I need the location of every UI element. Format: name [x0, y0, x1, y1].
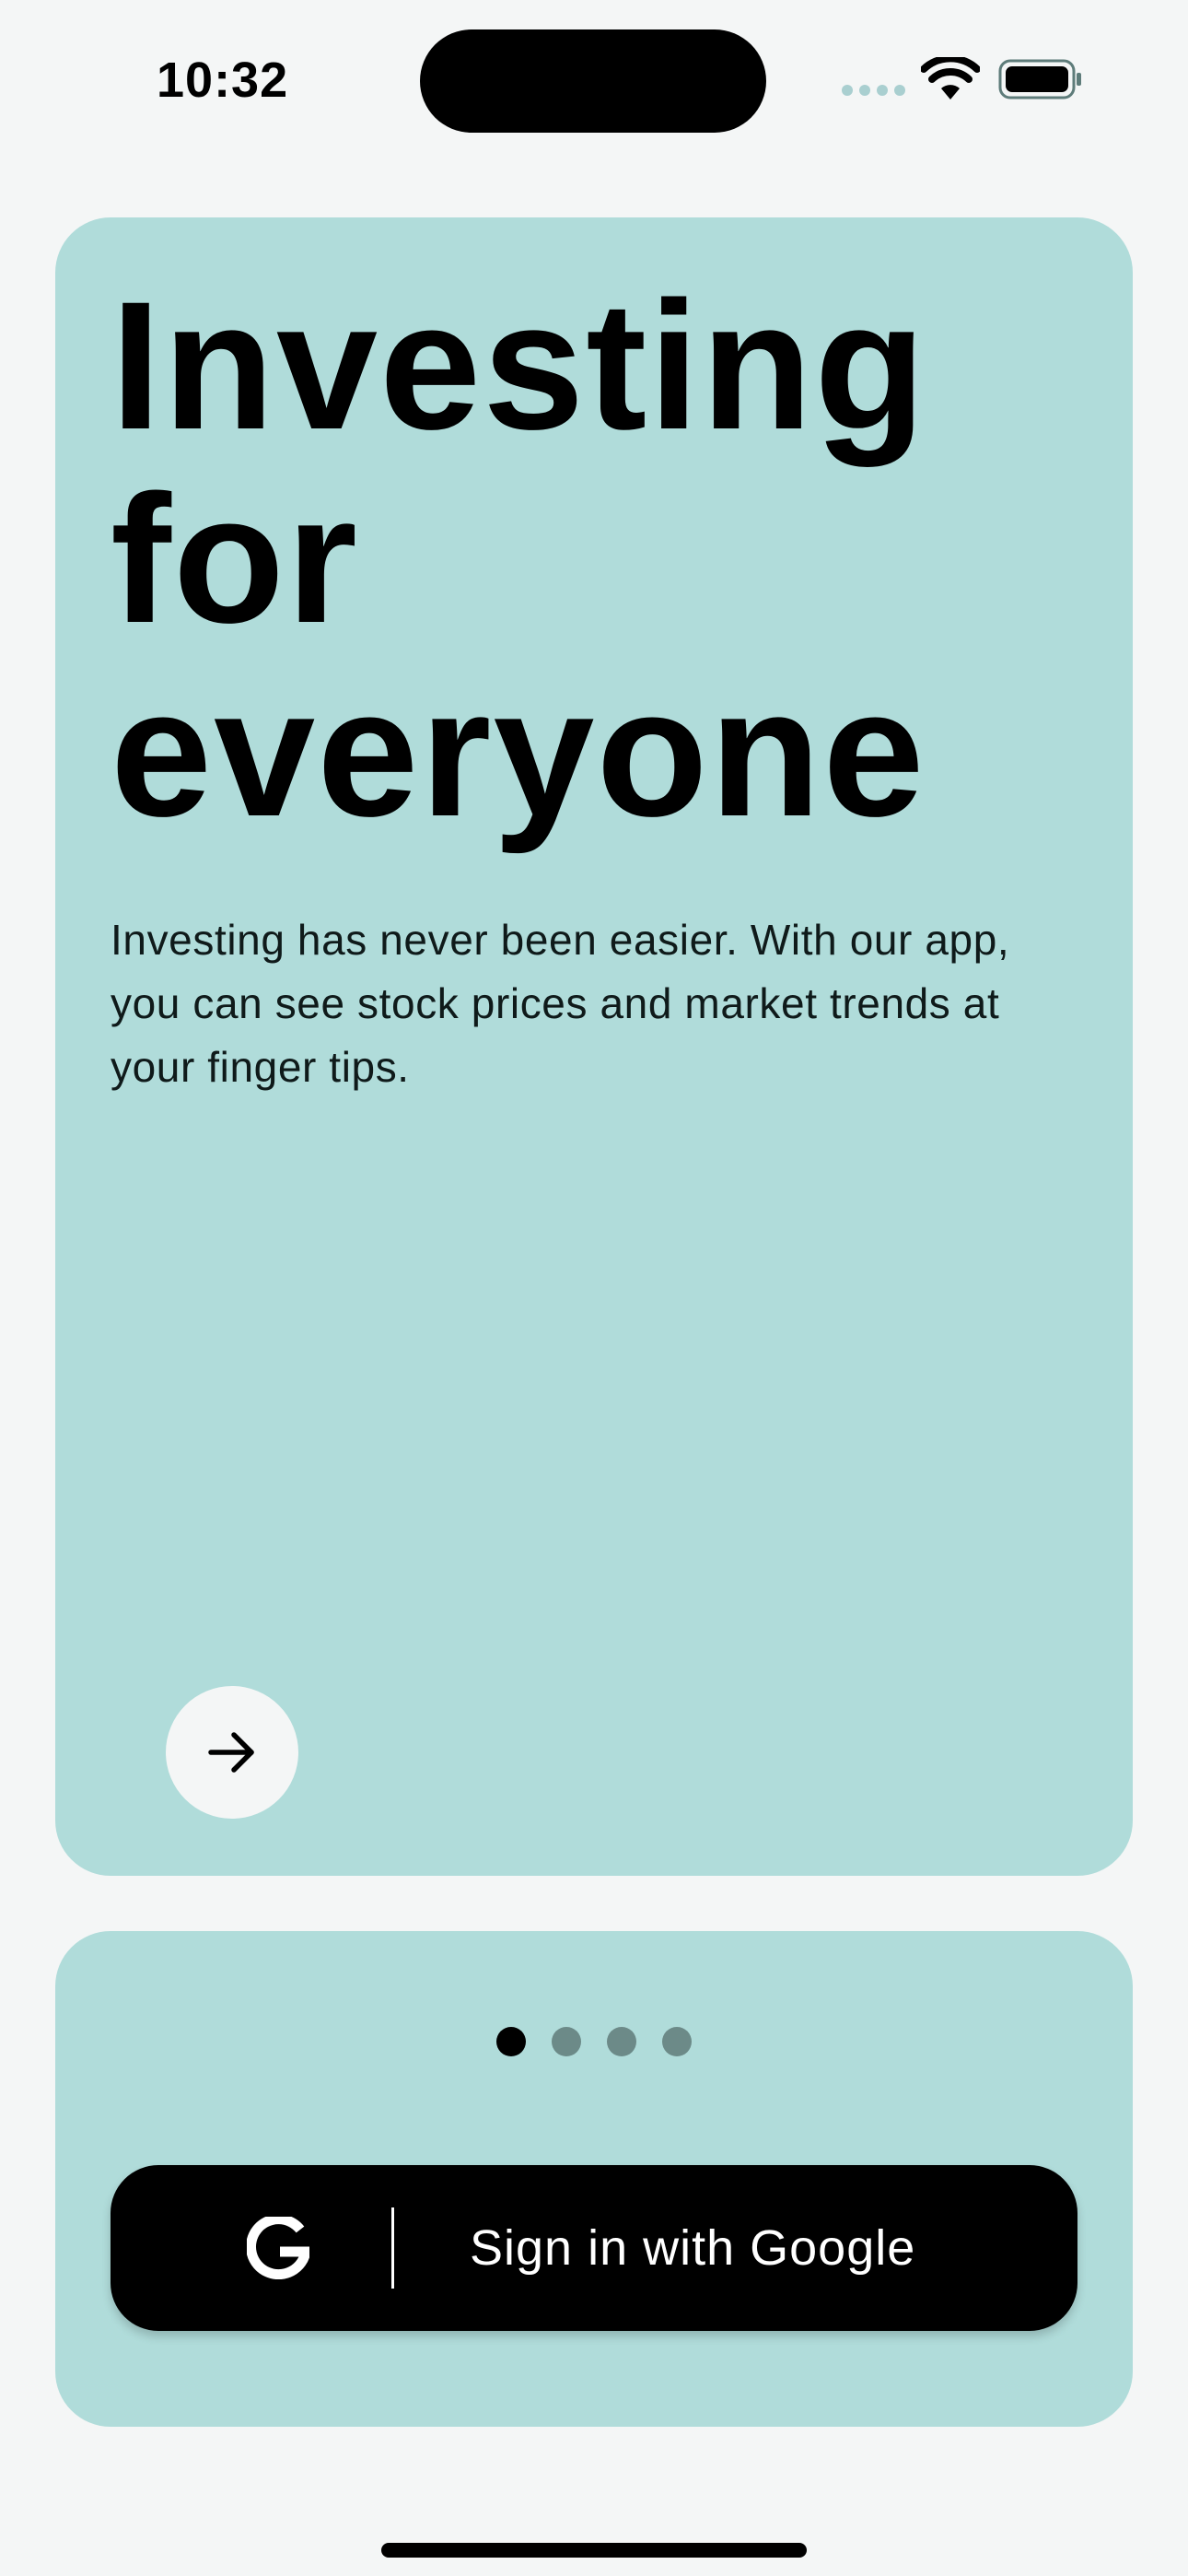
battery-icon [998, 59, 1081, 100]
hero-title-line: Investing [111, 263, 928, 467]
hero-title-line: everyone [111, 650, 926, 854]
page-dot-active[interactable] [496, 2027, 526, 2056]
onboarding-hero-card: Investing for everyone Investing has never… [55, 217, 1133, 1876]
page-dot[interactable] [552, 2027, 581, 2056]
status-bar-time: 10:32 [157, 53, 289, 108]
arrow-right-icon [208, 1732, 254, 1773]
wifi-icon [921, 57, 980, 100]
cellular-signal-icon [842, 85, 905, 96]
hero-title: Investing for everyone [111, 269, 1105, 849]
page-dot[interactable] [662, 2027, 692, 2056]
hero-title-line: for [111, 457, 359, 661]
google-icon [247, 2217, 309, 2279]
page-indicator [55, 2027, 1133, 2056]
next-button[interactable] [166, 1686, 298, 1819]
dynamic-island [420, 29, 766, 133]
page-dot[interactable] [607, 2027, 636, 2056]
sign-in-with-google-button[interactable]: Sign in with Google [111, 2165, 1077, 2331]
home-indicator[interactable] [381, 2543, 807, 2558]
sign-in-card: Sign in with Google [55, 1931, 1133, 2427]
button-divider [391, 2207, 394, 2289]
sign-in-label: Sign in with Google [470, 2220, 916, 2276]
hero-description: Investing has never been easier. With ou… [111, 916, 1010, 1091]
